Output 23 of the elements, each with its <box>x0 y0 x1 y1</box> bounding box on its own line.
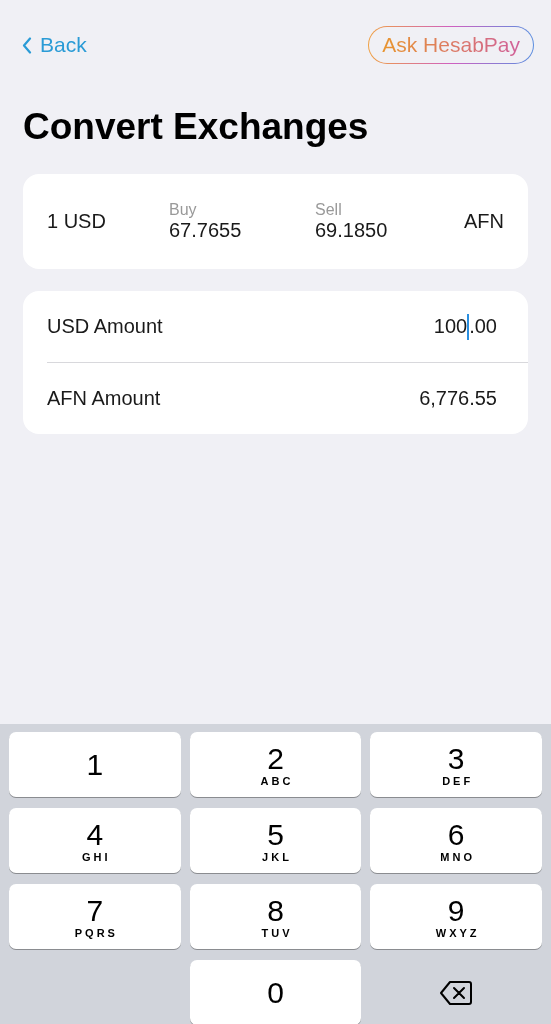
amount-field[interactable]: 100.00 <box>433 313 497 340</box>
keypad-key[interactable]: 2 ABC <box>189 732 362 797</box>
keypad-key[interactable]: 5 JKL <box>189 808 362 873</box>
keypad-key[interactable]: 6 MNO <box>370 808 542 873</box>
base-currency: 1 USD <box>47 210 107 233</box>
keypad-key[interactable]: 7 PQRS <box>9 884 181 949</box>
keypad-key[interactable]: 0 <box>189 960 362 1024</box>
keypad-key[interactable]: 8 TUV <box>189 884 362 949</box>
amount-label: USD Amount <box>47 315 163 338</box>
keypad-key[interactable]: 4 GHI <box>9 808 181 873</box>
buy-rate: 67.7655 <box>169 219 243 242</box>
quote-currency: AFN <box>464 210 504 233</box>
amount-label: AFN Amount <box>47 387 161 410</box>
backspace-icon <box>439 979 474 1006</box>
sell-rate: 69.1850 <box>315 219 389 242</box>
keypad-key[interactable]: 1 <box>9 732 181 797</box>
back-chevron-icon <box>22 36 32 54</box>
buy-label: Buy <box>169 201 198 219</box>
keypad-key[interactable]: 3 DEF <box>370 732 542 797</box>
sell-label: Sell <box>315 201 343 219</box>
keypad-key[interactable]: 9 WXYZ <box>370 884 542 949</box>
page-title: Convert Exchanges <box>23 106 370 148</box>
amount-field[interactable]: 6,776.55 <box>419 387 497 410</box>
